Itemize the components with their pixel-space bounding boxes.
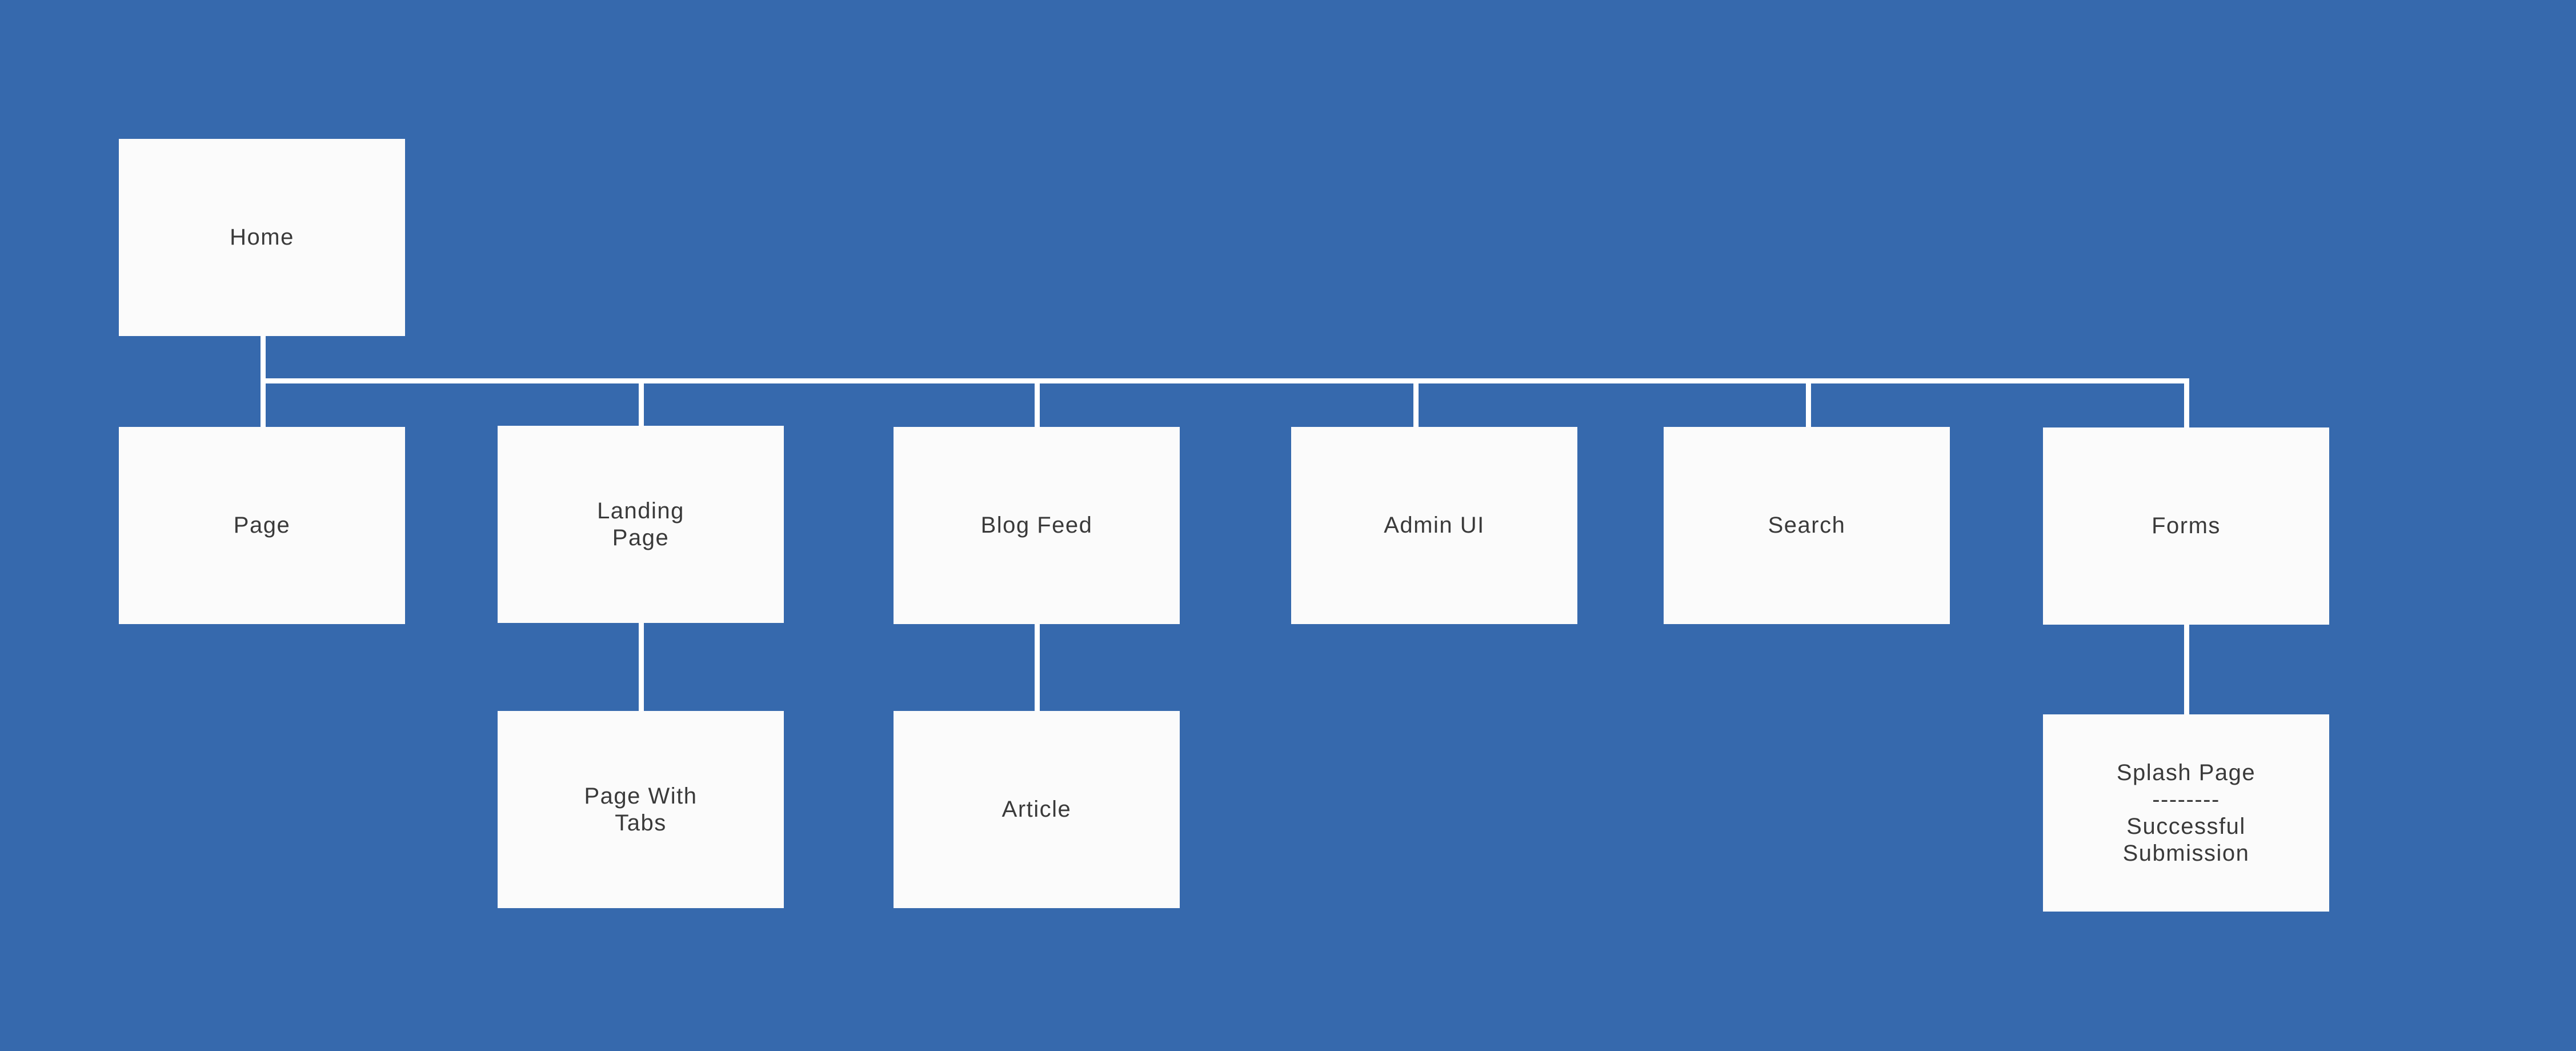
connector-landing-page-to-page-with-tabs bbox=[639, 623, 644, 712]
node-splash-page: Splash Page -------- Successful Submissi… bbox=[2043, 714, 2329, 912]
node-article-label: Article bbox=[1001, 797, 1072, 822]
node-page-with-tabs: Page With Tabs bbox=[498, 711, 784, 908]
connector-horizontal-bus bbox=[261, 378, 2189, 383]
node-forms-label: Forms bbox=[2152, 513, 2221, 538]
node-search-label: Search bbox=[1768, 513, 1846, 538]
node-search: Search bbox=[1664, 427, 1950, 624]
node-page-with-tabs-label: Page With Tabs bbox=[584, 783, 698, 836]
node-blog-feed: Blog Feed bbox=[894, 427, 1180, 624]
node-landing-page: Landing Page bbox=[498, 426, 784, 623]
node-admin-ui-label: Admin UI bbox=[1384, 513, 1485, 538]
node-forms: Forms bbox=[2043, 427, 2329, 625]
connector-blog-feed-to-article bbox=[1035, 623, 1040, 712]
connector-blog-feed-drop bbox=[1035, 378, 1040, 427]
connector-forms-drop bbox=[2184, 378, 2189, 427]
node-page-label: Page bbox=[233, 513, 291, 538]
node-home: Home bbox=[119, 139, 405, 336]
node-admin-ui: Admin UI bbox=[1291, 427, 1577, 624]
sitemap-diagram: Home Page Landing Page Blog Feed Admin U… bbox=[0, 0, 2576, 1051]
node-blog-feed-label: Blog Feed bbox=[980, 513, 1093, 538]
connector-forms-to-splash-page bbox=[2184, 624, 2189, 714]
node-article: Article bbox=[894, 711, 1180, 908]
connector-landing-page-drop bbox=[639, 378, 644, 427]
connector-admin-ui-drop bbox=[1413, 378, 1419, 427]
node-splash-page-label: Splash Page -------- Successful Submissi… bbox=[2116, 760, 2256, 866]
node-page: Page bbox=[119, 427, 405, 624]
node-home-label: Home bbox=[230, 225, 294, 250]
connector-search-drop bbox=[1806, 378, 1811, 427]
node-landing-page-label: Landing Page bbox=[597, 498, 684, 550]
